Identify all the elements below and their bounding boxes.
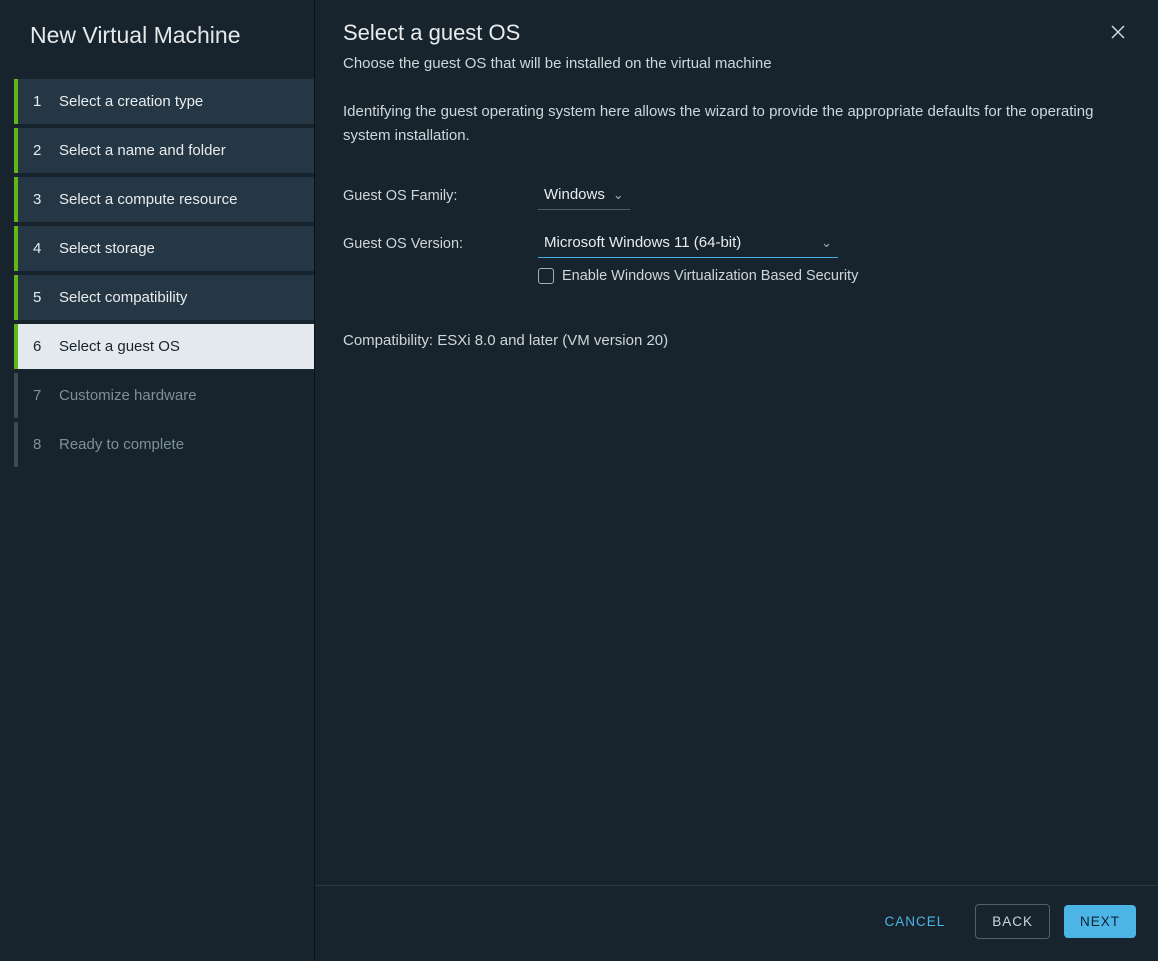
- step-label: Ready to complete: [59, 436, 184, 453]
- step-number: 8: [33, 436, 59, 453]
- vbs-checkbox[interactable]: [538, 268, 554, 284]
- step-label: Select a compute resource: [59, 191, 237, 208]
- step-number: 4: [33, 240, 59, 257]
- os-family-label: Guest OS Family:: [343, 188, 538, 204]
- close-icon: [1110, 24, 1126, 40]
- cancel-button[interactable]: CANCEL: [868, 905, 961, 938]
- wizard-step-8: 8Ready to complete: [14, 422, 314, 467]
- step-number: 6: [33, 338, 59, 355]
- next-button[interactable]: NEXT: [1064, 905, 1136, 938]
- page-title: Select a guest OS: [343, 20, 520, 46]
- back-button[interactable]: BACK: [975, 904, 1050, 939]
- page-description: Identifying the guest operating system h…: [315, 72, 1135, 148]
- os-version-value: Microsoft Windows 11 (64-bit): [544, 234, 741, 251]
- wizard-step-2[interactable]: 2Select a name and folder: [14, 128, 314, 173]
- os-version-label: Guest OS Version:: [343, 236, 538, 252]
- step-label: Select a creation type: [59, 93, 203, 110]
- wizard-step-3[interactable]: 3Select a compute resource: [14, 177, 314, 222]
- wizard-footer: CANCEL BACK NEXT: [315, 885, 1158, 961]
- vbs-label: Enable Windows Virtualization Based Secu…: [562, 268, 858, 284]
- guest-os-form: Guest OS Family: Windows ⌄ Guest OS Vers…: [315, 148, 1158, 284]
- step-label: Customize hardware: [59, 387, 197, 404]
- wizard-step-7: 7Customize hardware: [14, 373, 314, 418]
- compatibility-text: Compatibility: ESXi 8.0 and later (VM ve…: [315, 284, 1158, 349]
- step-label: Select compatibility: [59, 289, 187, 306]
- step-number: 5: [33, 289, 59, 306]
- step-label: Select a name and folder: [59, 142, 226, 159]
- wizard-title: New Virtual Machine: [0, 22, 314, 79]
- wizard-step-4[interactable]: 4Select storage: [14, 226, 314, 271]
- step-label: Select a guest OS: [59, 338, 180, 355]
- step-label: Select storage: [59, 240, 155, 257]
- chevron-down-icon: ⌄: [821, 235, 832, 251]
- close-button[interactable]: [1106, 20, 1130, 47]
- wizard-main: Select a guest OS Choose the guest OS th…: [315, 0, 1158, 961]
- chevron-down-icon: ⌄: [613, 187, 624, 203]
- os-family-value: Windows: [544, 186, 605, 203]
- step-number: 2: [33, 142, 59, 159]
- os-family-select[interactable]: Windows ⌄: [538, 182, 630, 210]
- step-number: 7: [33, 387, 59, 404]
- os-version-select[interactable]: Microsoft Windows 11 (64-bit) ⌄: [538, 230, 838, 258]
- step-number: 1: [33, 93, 59, 110]
- wizard-step-1[interactable]: 1Select a creation type: [14, 79, 314, 124]
- wizard-sidebar: New Virtual Machine 1Select a creation t…: [0, 0, 315, 961]
- page-subtitle: Choose the guest OS that will be install…: [315, 47, 1158, 72]
- wizard-step-6[interactable]: 6Select a guest OS: [14, 324, 314, 369]
- step-number: 3: [33, 191, 59, 208]
- wizard-step-5[interactable]: 5Select compatibility: [14, 275, 314, 320]
- wizard-steps: 1Select a creation type2Select a name an…: [0, 79, 314, 467]
